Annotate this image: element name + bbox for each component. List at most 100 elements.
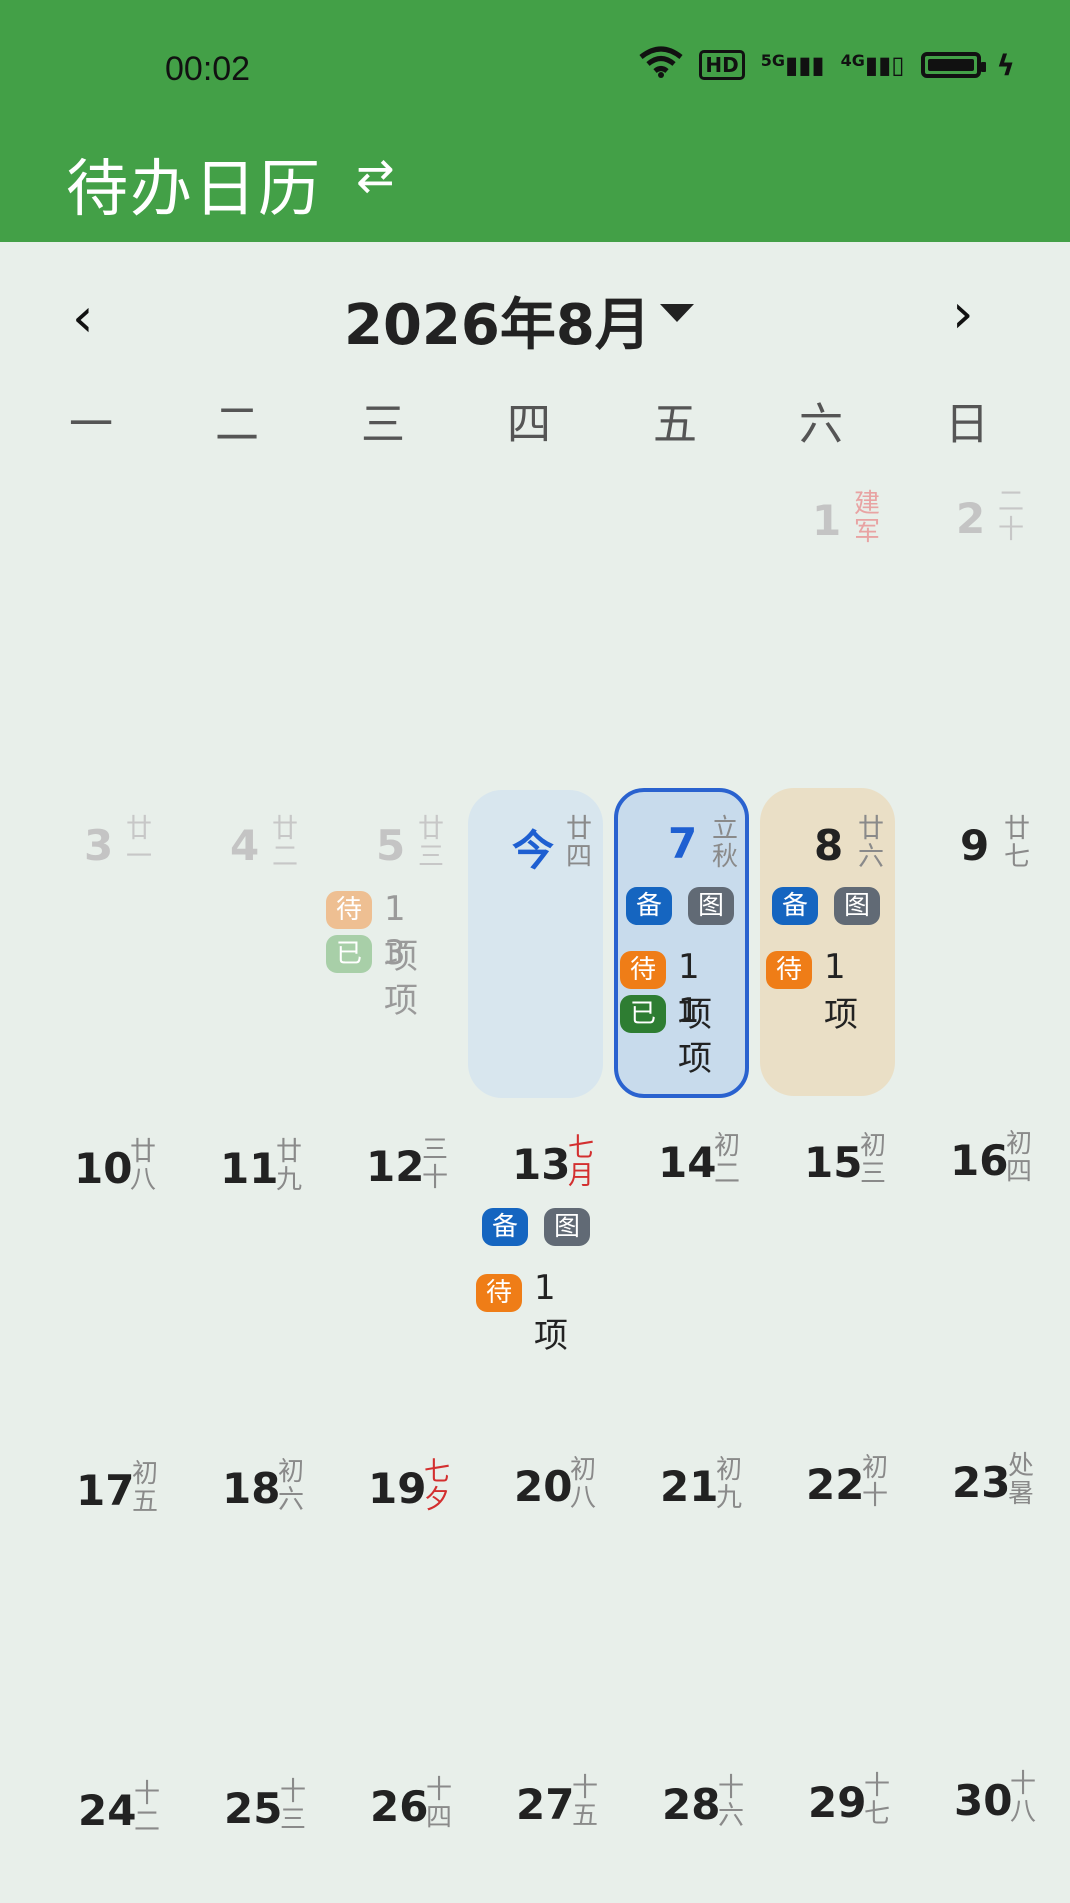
- lunar-label: 初十: [861, 1453, 888, 1511]
- lunar-label: 十三: [279, 1777, 306, 1835]
- day-number: 22: [806, 1460, 865, 1509]
- lunar-label: 立秋: [711, 814, 738, 872]
- day-number: 14: [658, 1138, 717, 1187]
- lunar-label: 廿一: [125, 814, 152, 872]
- day-number: 21: [660, 1462, 719, 1511]
- signal-5g-icon: 5G▮▮▮: [760, 51, 825, 79]
- memo-badge: 备: [772, 887, 818, 925]
- todo-count: 1项: [534, 1268, 568, 1356]
- swap-icon[interactable]: ⇄: [356, 148, 395, 202]
- weekday-label: 四: [507, 399, 551, 450]
- day-number: 27: [516, 1780, 575, 1829]
- lunar-label: 十八: [1009, 1769, 1036, 1827]
- lunar-label: 廿八: [129, 1137, 156, 1195]
- lunar-label: 二十: [997, 487, 1024, 545]
- lunar-label: 十五: [571, 1773, 598, 1831]
- charging-icon: ϟ: [996, 48, 1015, 82]
- lunar-label: 处暑: [1007, 1451, 1034, 1509]
- todo-badge: 待: [766, 951, 812, 989]
- day-number: 16: [950, 1136, 1009, 1185]
- next-month-button[interactable]: ›: [952, 282, 974, 345]
- day-number: 29: [808, 1778, 867, 1827]
- day-number: 30: [954, 1776, 1013, 1825]
- signal-4g-label: 4G: [840, 51, 865, 70]
- status-time: 00:02: [165, 50, 251, 88]
- day-number: 3: [84, 821, 114, 870]
- lunar-label: 廿九: [275, 1137, 302, 1195]
- picture-badge: 图: [544, 1208, 590, 1246]
- memo-badge: 备: [626, 887, 672, 925]
- day-number: 13: [512, 1140, 571, 1189]
- day-number: 8: [814, 821, 844, 870]
- picture-badge: 图: [834, 887, 880, 925]
- day-number: 23: [952, 1458, 1011, 1507]
- day-number: 4: [230, 821, 260, 870]
- day-number: 28: [662, 1780, 721, 1829]
- lunar-label: 初五: [131, 1459, 158, 1517]
- todo-badge: 待: [476, 1274, 522, 1312]
- signal-4g-icon: 4G▮▮▯: [840, 51, 905, 79]
- lunar-label: 廿七: [1003, 814, 1030, 872]
- page-title: 待办日历: [66, 152, 323, 225]
- todo-count: 1项: [824, 947, 858, 1035]
- day-number: 17: [76, 1466, 135, 1515]
- status-icons: HD 5G▮▮▮ 4G▮▮▯ ϟ: [639, 46, 1015, 84]
- day-number: 15: [804, 1138, 863, 1187]
- weekday-label: 三: [361, 399, 405, 450]
- lunar-label: 初八: [569, 1455, 596, 1513]
- lunar-label: 廿六: [857, 814, 884, 872]
- day-number: 25: [224, 1784, 283, 1833]
- wifi-icon: [639, 46, 683, 84]
- lunar-label: 三十: [421, 1135, 448, 1193]
- day-number: 10: [74, 1144, 133, 1193]
- signal-5g-label: 5G: [760, 51, 785, 70]
- weekday-label: 一: [69, 399, 113, 450]
- lunar-label: 建军: [853, 489, 880, 547]
- day-number: 26: [370, 1782, 429, 1831]
- day-number: 11: [220, 1144, 279, 1193]
- day-number: 9: [960, 821, 990, 870]
- day-number: 18: [222, 1464, 281, 1513]
- lunar-label: 初二: [713, 1131, 740, 1189]
- weekday-label: 日: [945, 399, 989, 450]
- lunar-label: 七夕: [423, 1457, 450, 1515]
- day-number: 5: [376, 821, 406, 870]
- hd-icon: HD: [699, 50, 745, 80]
- lunar-label: 十四: [425, 1775, 452, 1833]
- today-label: 今: [512, 826, 555, 875]
- day-number: 12: [366, 1142, 425, 1191]
- day-number: 20: [514, 1462, 573, 1511]
- todo-badge: 待: [326, 891, 372, 929]
- lunar-label: 廿三: [417, 814, 444, 872]
- lunar-label: 初三: [859, 1131, 886, 1189]
- weekday-label: 六: [799, 399, 843, 450]
- done-count: 1项: [678, 991, 712, 1079]
- done-badge: 已: [326, 935, 372, 973]
- app-bar: 00:02 HD 5G▮▮▮ 4G▮▮▯ ϟ 待办日历 ⇄: [0, 0, 1070, 242]
- weekday-label: 二: [215, 399, 259, 450]
- lunar-label: 初九: [715, 1455, 742, 1513]
- month-label[interactable]: 2026年8月: [344, 280, 651, 361]
- day-number: 24: [78, 1786, 137, 1835]
- todo-badge: 待: [620, 951, 666, 989]
- dropdown-caret-icon[interactable]: [660, 304, 694, 322]
- lunar-label: 初四: [1005, 1129, 1032, 1187]
- done-badge: 已: [620, 995, 666, 1033]
- battery-icon: [920, 52, 986, 78]
- calendar-header: ‹ 2026年8月 ›: [0, 278, 1070, 358]
- day-number: 1: [812, 496, 842, 545]
- day-number: 19: [368, 1464, 427, 1513]
- lunar-label: 十六: [717, 1773, 744, 1831]
- weekday-label: 五: [653, 399, 697, 450]
- day-number: 7: [668, 819, 698, 868]
- lunar-label: 十二: [133, 1779, 160, 1837]
- lunar-label: 初六: [277, 1457, 304, 1515]
- done-count: 3项: [384, 933, 418, 1021]
- lunar-label: 七月: [567, 1133, 594, 1191]
- lunar-label: 十七: [863, 1771, 890, 1829]
- lunar-label: 廿二: [271, 814, 298, 872]
- prev-month-button[interactable]: ‹: [72, 286, 94, 349]
- memo-badge: 备: [482, 1208, 528, 1246]
- day-number: 2: [956, 494, 986, 543]
- lunar-label: 廿四: [565, 814, 592, 872]
